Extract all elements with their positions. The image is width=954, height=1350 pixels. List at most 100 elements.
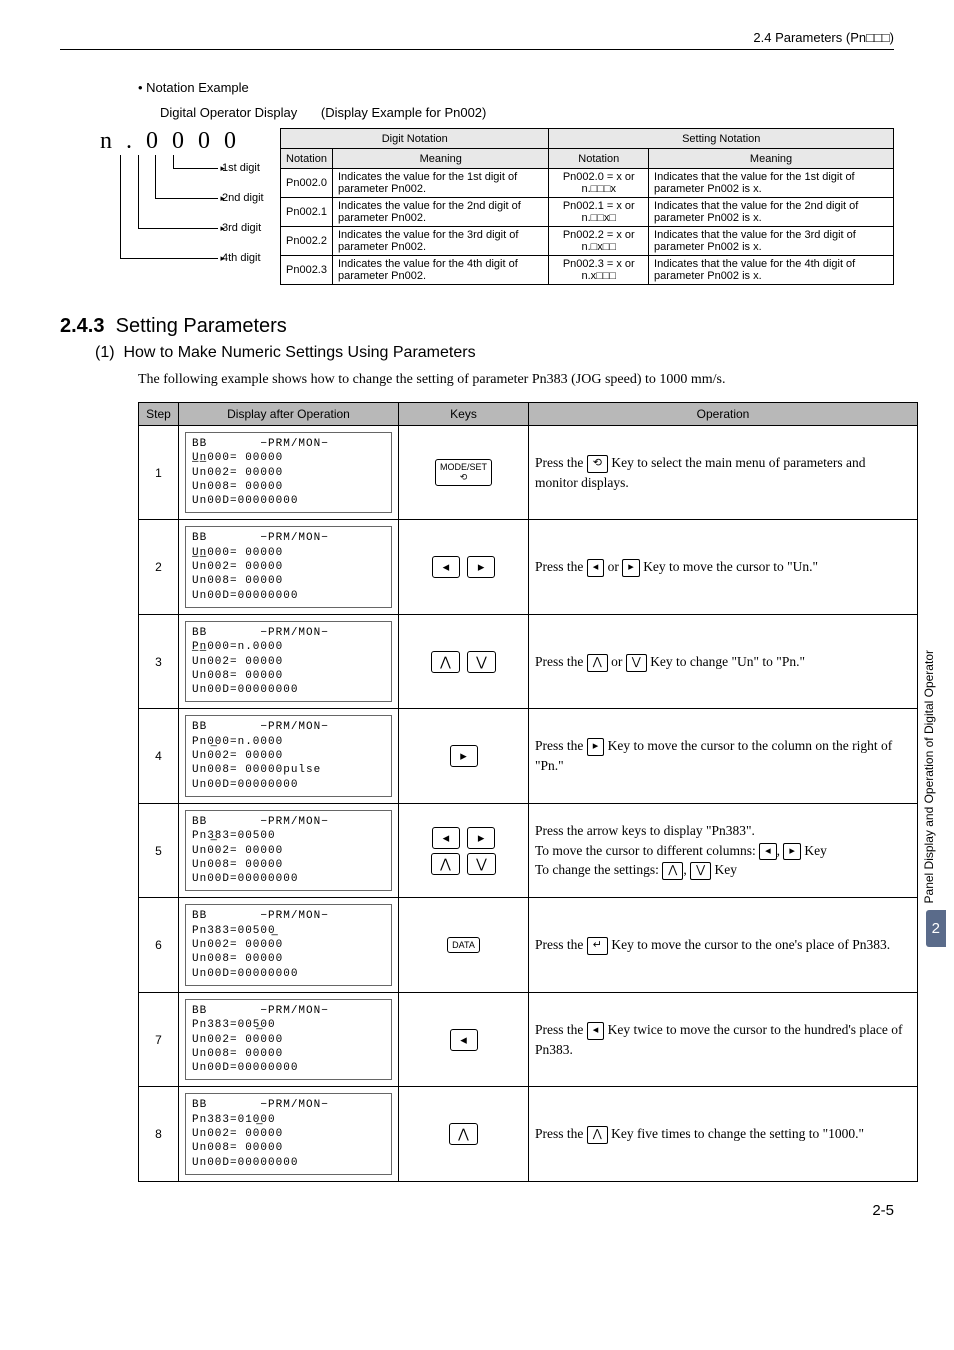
- operation-cell: Press the arrow keys to display "Pn383".…: [529, 803, 918, 897]
- th-display: Display after Operation: [179, 403, 399, 426]
- page-number: 2-5: [60, 1202, 894, 1219]
- lcd-display: BB −PRM/MON− Pn0̲00=n.0000 Un002= 00000 …: [179, 709, 399, 803]
- keys-cell: MODE/SET⟲: [399, 426, 529, 520]
- step-number: 1: [139, 426, 179, 520]
- step-number: 8: [139, 1087, 179, 1181]
- up-key: ⋀: [431, 853, 460, 875]
- keys-cell: ◂ ▸: [399, 520, 529, 614]
- table-row: 6BB −PRM/MON− Pn383=00500̲ Un002= 00000 …: [139, 898, 918, 992]
- digit-3-label: 3rd digit: [222, 222, 261, 234]
- lcd-display: BB −PRM/MON− Pn383=00500̲ Un002= 00000 U…: [179, 898, 399, 992]
- step-number: 4: [139, 709, 179, 803]
- dop-line: Digital Operator Display (Display Exampl…: [160, 105, 894, 120]
- operation-cell: Press the ◂ or ▸ Key to move the cursor …: [529, 520, 918, 614]
- keys-cell: ◂ ▸ ⋀ ⋁: [399, 803, 529, 897]
- table-cell: Pn002.2 = x or n.□x□□: [549, 227, 649, 256]
- th-meaning-2: Meaning: [649, 149, 894, 169]
- table-cell: Pn002.2: [281, 227, 333, 256]
- th-keys: Keys: [399, 403, 529, 426]
- operation-cell: Press the ⟲ Key to select the main menu …: [529, 426, 918, 520]
- table-cell: Indicates that the value for the 1st dig…: [649, 169, 894, 198]
- section-heading: 2.4.3 Setting Parameters: [60, 315, 894, 338]
- table-cell: Pn002.0 = x or n.□□□x: [549, 169, 649, 198]
- table-cell: Indicates that the value for the 2nd dig…: [649, 198, 894, 227]
- th-step: Step: [139, 403, 179, 426]
- sidebar-chapter-label: Panel Display and Operation of Digital O…: [922, 650, 936, 903]
- table-cell: Pn002.1: [281, 198, 333, 227]
- step-number: 2: [139, 520, 179, 614]
- step-number: 6: [139, 898, 179, 992]
- lcd-display: BB −PRM/MON− Pn383=010̲00 Un002= 00000 U…: [179, 1087, 399, 1181]
- th-operation: Operation: [529, 403, 918, 426]
- table-cell: Indicates the value for the 4th digit of…: [332, 256, 549, 285]
- up-key: ⋀: [449, 1123, 478, 1145]
- table-row: 7BB −PRM/MON− Pn383=005̲00 Un002= 00000 …: [139, 992, 918, 1086]
- notation-block: n . 0 0 0 0 1st digit 2nd digit 3rd digi…: [100, 128, 894, 285]
- keys-cell: ⋀ ⋁: [399, 614, 529, 708]
- dop-example: (Display Example for Pn002): [321, 105, 486, 120]
- data-key: DATA: [447, 937, 480, 953]
- keys-cell: ◂: [399, 992, 529, 1086]
- operation-cell: Press the ⋀ Key five times to change the…: [529, 1087, 918, 1181]
- table-cell: Indicates the value for the 1st digit of…: [332, 169, 549, 198]
- lcd-display: BB −PRM/MON− Pn383=005̲00 Un002= 00000 U…: [179, 992, 399, 1086]
- header-rule: [60, 49, 894, 50]
- table-row: 3BB −PRM/MON− P̲n̲000=n.0000 Un002= 0000…: [139, 614, 918, 708]
- table-row: 8BB −PRM/MON− Pn383=010̲00 Un002= 00000 …: [139, 1087, 918, 1181]
- right-key: ▸: [467, 556, 495, 578]
- th-notation-2: Notation: [549, 149, 649, 169]
- table-row: 5BB −PRM/MON− Pn3̲83=00500 Un002= 00000 …: [139, 803, 918, 897]
- table-row: 4BB −PRM/MON− Pn0̲00=n.0000 Un002= 00000…: [139, 709, 918, 803]
- subsection-title: How to Make Numeric Settings Using Param…: [123, 344, 475, 361]
- table-cell: Indicates the value for the 3rd digit of…: [332, 227, 549, 256]
- down-key: ⋁: [467, 651, 496, 673]
- modeset-key: MODE/SET⟲: [435, 459, 492, 486]
- left-key: ◂: [432, 556, 460, 578]
- left-key: ◂: [432, 827, 460, 849]
- th-digit-notation: Digit Notation: [281, 129, 549, 149]
- lcd-display: BB −PRM/MON− U̲n̲000= 00000 Un002= 00000…: [179, 520, 399, 614]
- th-meaning-1: Meaning: [332, 149, 549, 169]
- keys-cell: ⋀: [399, 1087, 529, 1181]
- up-key: ⋀: [431, 651, 460, 673]
- table-cell: Indicates the value for the 2nd digit of…: [332, 198, 549, 227]
- step-number: 5: [139, 803, 179, 897]
- section-title: Setting Parameters: [116, 315, 287, 337]
- notation-example-label: • Notation Example: [138, 80, 894, 95]
- lcd-display: BB −PRM/MON− Pn3̲83=00500 Un002= 00000 U…: [179, 803, 399, 897]
- step-number: 3: [139, 614, 179, 708]
- digit-4-label: 4th digit: [222, 252, 261, 264]
- down-key: ⋁: [467, 853, 496, 875]
- operation-cell: Press the ⋀ or ⋁ Key to change "Un" to "…: [529, 614, 918, 708]
- lcd-display: BB −PRM/MON− U̲n̲000= 00000 Un002= 00000…: [179, 426, 399, 520]
- th-notation-1: Notation: [281, 149, 333, 169]
- keys-cell: ▸: [399, 709, 529, 803]
- table-cell: Indicates that the value for the 4th dig…: [649, 256, 894, 285]
- steps-table: Step Display after Operation Keys Operat…: [138, 402, 918, 1182]
- table-cell: Pn002.3: [281, 256, 333, 285]
- lcd-display: BB −PRM/MON− P̲n̲000=n.0000 Un002= 00000…: [179, 614, 399, 708]
- subsection-heading: (1) How to Make Numeric Settings Using P…: [95, 344, 894, 362]
- table-cell: Pn002.3 = x or n.x□□□: [549, 256, 649, 285]
- notation-table: Digit Notation Setting Notation Notation…: [280, 128, 894, 285]
- diagram-value: n . 0 0 0 0: [100, 128, 280, 155]
- operation-cell: Press the ▸ Key to move the cursor to th…: [529, 709, 918, 803]
- th-setting-notation: Setting Notation: [549, 129, 894, 149]
- sidebar-chapter-badge: 2: [926, 910, 946, 947]
- operation-cell: Press the ↵ Key to move the cursor to th…: [529, 898, 918, 992]
- section-number: 2.4.3: [60, 315, 104, 337]
- table-cell: Pn002.0: [281, 169, 333, 198]
- digit-1-label: 1st digit: [222, 162, 260, 174]
- table-row: 2BB −PRM/MON− U̲n̲000= 00000 Un002= 0000…: [139, 520, 918, 614]
- subsection-number: (1): [95, 344, 115, 361]
- keys-cell: DATA: [399, 898, 529, 992]
- header-crumb: 2.4 Parameters (Pn□□□): [60, 30, 894, 45]
- left-key: ◂: [450, 1029, 478, 1051]
- dop-label: Digital Operator Display: [160, 105, 297, 120]
- step-number: 7: [139, 992, 179, 1086]
- table-cell: Indicates that the value for the 3rd dig…: [649, 227, 894, 256]
- intro-text: The following example shows how to chang…: [138, 372, 894, 388]
- right-key: ▸: [467, 827, 495, 849]
- table-cell: Pn002.1 = x or n.□□x□: [549, 198, 649, 227]
- table-row: 1BB −PRM/MON− U̲n̲000= 00000 Un002= 0000…: [139, 426, 918, 520]
